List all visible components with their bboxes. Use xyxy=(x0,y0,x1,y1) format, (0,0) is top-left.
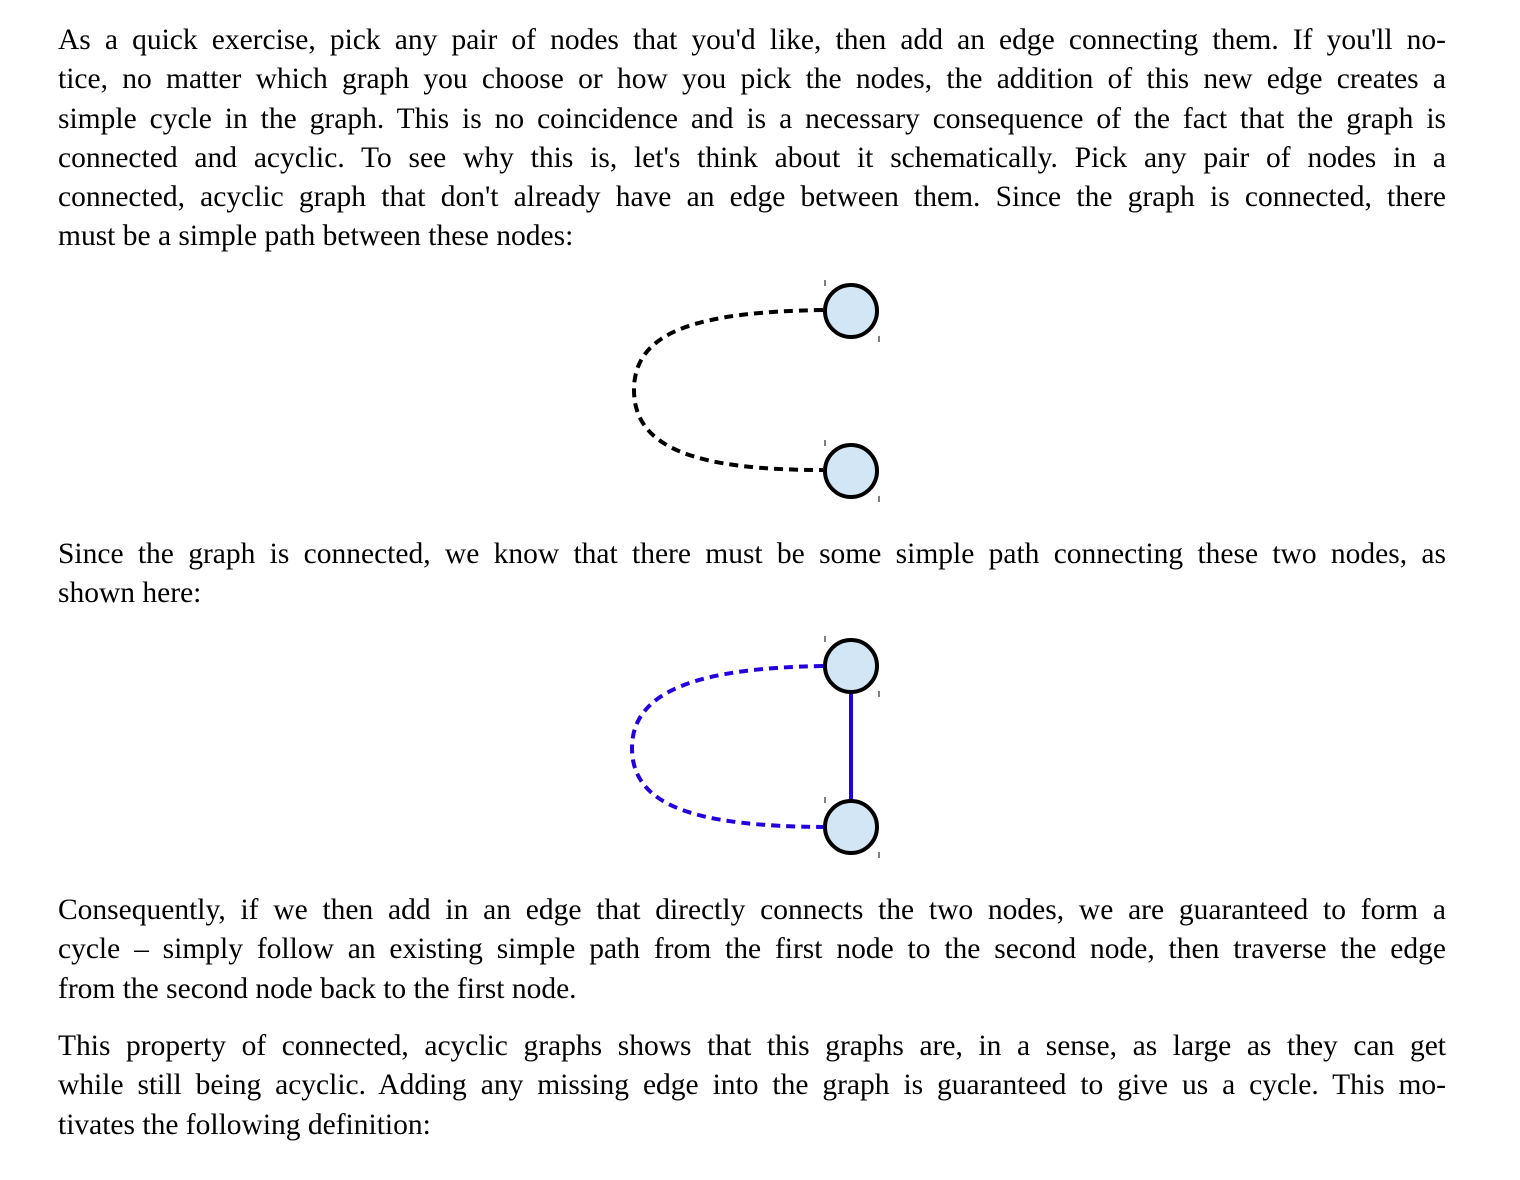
paragraph-property: This property of connected, acyclic grap… xyxy=(58,1027,1446,1145)
simple-path-dashed-blue xyxy=(629,664,824,829)
text-line: tivates the following definition: xyxy=(58,1108,431,1141)
node-bottom xyxy=(823,799,879,855)
text-line: while still being acyclic. Adding any mi… xyxy=(58,1069,1446,1102)
text-line: This property of connected, acyclic grap… xyxy=(58,1030,1446,1062)
text-line: Consequently, if we then add in an edge … xyxy=(58,894,1446,926)
paragraph-consequently: Consequently, if we then add in an edge … xyxy=(58,891,1446,1009)
text-line: from the second node back to the first n… xyxy=(58,972,577,1005)
text-line: cycle – simply follow an existing simple… xyxy=(58,933,1446,966)
node-top xyxy=(823,638,879,694)
